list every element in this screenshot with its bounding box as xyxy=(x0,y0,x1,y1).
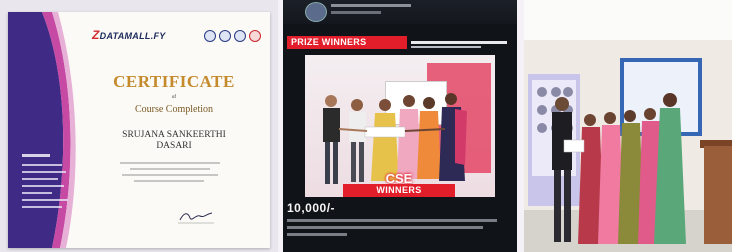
seal-icon xyxy=(249,30,261,42)
recipient-name: SRUJANA SANKEERTHI DASARI xyxy=(78,130,270,152)
signature-mark xyxy=(178,212,214,224)
caption-line xyxy=(287,219,497,222)
certificate-card: ZDATAMALL.FY CERTIFICATE of Course Compl… xyxy=(8,12,270,248)
banner-stripe xyxy=(411,41,507,44)
prize-winners-banner: PRIZE WINNERS xyxy=(287,36,407,49)
datamall-logo: ZDATAMALL.FY xyxy=(92,28,166,42)
post-time-placeholder xyxy=(331,11,381,14)
recipient-name-line2: DASARI xyxy=(156,141,192,151)
prize-amount: 10,000/- xyxy=(287,201,336,215)
seal-icon xyxy=(234,30,246,42)
caption-line xyxy=(287,233,347,236)
certificate-topics-list xyxy=(22,154,72,213)
seal-icon xyxy=(204,30,216,42)
avatar xyxy=(305,2,327,22)
caption-line xyxy=(287,226,483,229)
recipient-name-line1: SRUJANA SANKEERTHI xyxy=(122,130,226,140)
certificate-photo: ZDATAMALL.FY CERTIFICATE of Course Compl… xyxy=(0,0,278,252)
winners-label: WINNERS xyxy=(343,184,455,197)
event-people xyxy=(552,93,686,244)
banner-stripe xyxy=(411,46,481,48)
post-author-placeholder xyxy=(331,4,411,7)
seal-icon xyxy=(219,30,231,42)
post-header xyxy=(283,0,517,24)
certificate-of: of xyxy=(171,95,177,100)
certificate-fine-print xyxy=(120,162,230,186)
certificate-subtitle: Course Completion xyxy=(134,104,214,115)
prize-winners-post: PRIZE WINNERS CSE WINNERS 10,000/- xyxy=(283,0,517,252)
certificate-title: CERTIFICATE xyxy=(113,72,235,91)
event-photo xyxy=(524,0,732,252)
accreditation-seals xyxy=(204,30,261,42)
